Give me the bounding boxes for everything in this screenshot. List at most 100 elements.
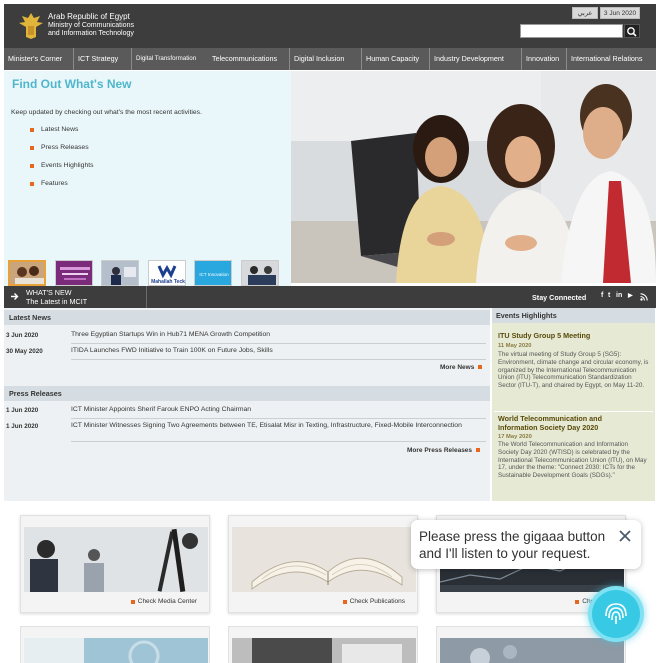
ministry-name[interactable]: Arab Republic of Egypt Ministry of Commu… xyxy=(48,12,134,39)
publications-image xyxy=(232,527,416,592)
events-heading: Events Highlights xyxy=(492,308,655,323)
page: Arab Republic of Egypt Ministry of Commu… xyxy=(0,0,663,663)
more-news-link[interactable]: More News xyxy=(440,364,483,371)
gigaaa-assistant-button[interactable] xyxy=(588,586,644,642)
bullet-icon xyxy=(575,599,580,604)
event-title[interactable]: World Telecommunication and Information … xyxy=(498,414,638,432)
site-header: Arab Republic of Egypt Ministry of Commu… xyxy=(4,4,656,48)
whats-new-bar: WHAT'S NEW The Latest in MCIT Stay Conne… xyxy=(4,286,656,308)
search-icon xyxy=(627,27,637,37)
purple-banner-thumb-icon xyxy=(56,261,92,285)
whats-new-title: WHAT'S NEW xyxy=(26,288,72,297)
hero-link-latest-news[interactable]: Latest News xyxy=(30,121,94,139)
arrow-right-icon[interactable] xyxy=(10,292,19,301)
eagle-logo-icon[interactable] xyxy=(18,11,44,41)
more-press-releases-label: More Press Releases xyxy=(407,447,473,454)
thumbnail-6[interactable] xyxy=(241,260,279,286)
thumbnail-5[interactable]: ICT Innovation xyxy=(194,260,232,286)
thumbnail-3[interactable] xyxy=(101,260,139,286)
divider xyxy=(146,286,147,308)
divider xyxy=(494,411,653,412)
hero-title: Find Out What's New xyxy=(12,77,132,91)
press-title[interactable]: ICT Minister Witnesses Signing Two Agree… xyxy=(71,422,471,431)
nav-digital-inclusion[interactable]: Digital Inclusion xyxy=(290,48,362,70)
whats-new-subtitle: The Latest in MCIT xyxy=(26,297,88,306)
check-publications-link[interactable]: Check Publications xyxy=(342,598,405,605)
latest-news-heading: Latest News xyxy=(4,310,490,325)
arabic-language-button[interactable]: عربي xyxy=(572,7,598,19)
main-nav: Minister's Corner ICT Strategy Digital T… xyxy=(4,48,656,70)
more-news-label: More News xyxy=(440,364,475,371)
nav-industry-development[interactable]: Industry Development xyxy=(430,48,522,70)
hero-link-label: Press Releases xyxy=(41,144,89,151)
twitter-icon[interactable]: t xyxy=(608,292,610,299)
event-date: 17 May 2020 xyxy=(498,434,532,440)
bullet-icon xyxy=(30,128,34,132)
bullet-icon xyxy=(30,164,34,168)
divider xyxy=(71,359,486,360)
linkedin-icon[interactable]: in xyxy=(616,292,622,299)
nav-international-relations[interactable]: International Relations xyxy=(567,48,656,70)
event-title[interactable]: ITU Study Group 5 Meeting xyxy=(498,331,650,341)
office-team-photo-icon xyxy=(291,71,656,283)
press-date: 1 Jun 2020 xyxy=(6,423,39,430)
bullet-icon xyxy=(478,365,483,369)
ministry-line-3: and Information Technology xyxy=(48,30,134,37)
search-input[interactable] xyxy=(520,24,623,38)
microphones-photo-icon xyxy=(24,527,208,592)
svg-text:ICT Innovation: ICT Innovation xyxy=(199,272,229,277)
facebook-icon[interactable]: f xyxy=(601,292,603,299)
ministry-line-2: Ministry of Communications xyxy=(48,21,134,29)
current-date: 3 Jun 2020 xyxy=(600,7,640,19)
people-laptop-thumb-icon xyxy=(10,262,44,284)
event-date: 11 May 2020 xyxy=(498,343,532,349)
news-title[interactable]: Three Egyptian Startups Win in Hub71 MEN… xyxy=(71,331,270,340)
stay-connected-label: Stay Connected xyxy=(532,293,587,302)
hero-link-events-highlights[interactable]: Events Highlights xyxy=(30,157,94,175)
thumbnail-2[interactable] xyxy=(55,260,93,286)
check-media-center-link[interactable]: Check Media Center xyxy=(130,598,197,605)
news-title[interactable]: ITIDA Launches FWD Initiative to Train 1… xyxy=(71,347,273,356)
close-icon[interactable] xyxy=(618,529,632,543)
nav-ict-strategy[interactable]: ICT Strategy xyxy=(74,48,132,70)
thumbnail-4[interactable]: Mahallah Teck xyxy=(148,260,186,286)
nav-human-capacity[interactable]: Human Capacity xyxy=(362,48,430,70)
bottom-card-1[interactable] xyxy=(20,626,210,663)
bullet-icon xyxy=(30,182,34,186)
press-title[interactable]: ICT Minister Appoints Sherif Farouk ENPO… xyxy=(71,406,251,415)
ministry-line-1: Arab Republic of Egypt xyxy=(48,12,130,21)
events-highlights: Events Highlights ITU Study Group 5 Meet… xyxy=(492,308,655,501)
hero-link-label: Latest News xyxy=(41,126,79,133)
hero-link-press-releases[interactable]: Press Releases xyxy=(30,139,94,157)
divider xyxy=(71,343,486,344)
svg-text:Mahallah Teck: Mahallah Teck xyxy=(151,279,185,285)
more-press-releases-link[interactable]: More Press Releases xyxy=(407,447,481,454)
hero-photo xyxy=(291,71,656,283)
youtube-icon[interactable]: ▶ xyxy=(628,292,633,299)
thumbnail-1[interactable] xyxy=(8,260,46,286)
assistant-popup: Please press the gigaaa button and I'll … xyxy=(411,520,641,569)
divider xyxy=(71,441,486,442)
bullet-icon xyxy=(342,599,347,604)
hero-link-features[interactable]: Features xyxy=(30,175,94,193)
search-button[interactable] xyxy=(624,24,640,38)
nav-telecommunications[interactable]: Telecommunications xyxy=(208,48,290,70)
rss-icon[interactable] xyxy=(640,293,648,301)
meeting-thumb-icon xyxy=(102,261,138,285)
press-releases-heading: Press Releases xyxy=(4,386,490,401)
nav-innovation[interactable]: Innovation xyxy=(522,48,567,70)
assistant-message: Please press the gigaaa button and I'll … xyxy=(419,529,606,561)
bottom-card-2[interactable] xyxy=(228,626,418,663)
hero-link-label: Features xyxy=(41,180,68,187)
card-link-label: Check Media Center xyxy=(137,598,197,605)
publications-card[interactable]: Check Publications xyxy=(228,515,418,613)
card-link-label: Check Publications xyxy=(349,598,405,605)
event-description: The virtual meeting of Study Group 5 (SG… xyxy=(498,351,649,390)
press-item[interactable]: 1 Jun 2020 ICT Minister Witnesses Signin… xyxy=(4,422,490,442)
blue-sign-thumb-icon: ICT Innovation xyxy=(195,261,231,285)
media-center-card[interactable]: Check Media Center xyxy=(20,515,210,613)
nav-ministers-corner[interactable]: Minister's Corner xyxy=(4,48,74,70)
open-book-photo-icon xyxy=(232,527,416,592)
news-date: 3 Jun 2020 xyxy=(6,332,39,339)
nav-digital-transformation[interactable]: Digital Transformation xyxy=(132,48,208,70)
